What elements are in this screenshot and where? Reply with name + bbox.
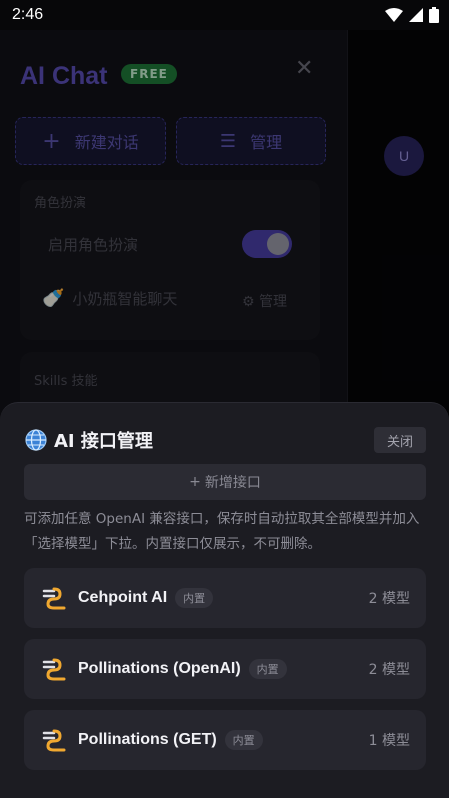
sheet-description: 可添加任意 OpenAI 兼容接口，保存时自动拉取其全部模型并加入「选择模型」下… bbox=[24, 511, 420, 552]
plug-icon bbox=[42, 587, 66, 610]
builtin-tag: 内置 bbox=[175, 588, 214, 608]
api-list-item[interactable]: Pollinations (OpenAI) 内置 2 模型 bbox=[24, 639, 426, 699]
signal-icon bbox=[409, 8, 423, 22]
battery-icon bbox=[429, 7, 439, 23]
add-api-label: 新增接口 bbox=[204, 475, 261, 491]
plus-icon: + bbox=[189, 474, 201, 490]
plug-icon bbox=[42, 729, 66, 752]
api-name: Pollinations (GET) bbox=[78, 731, 217, 748]
add-api-button[interactable]: + 新增接口 bbox=[24, 464, 426, 500]
plug-icon bbox=[42, 658, 66, 681]
builtin-tag: 内置 bbox=[224, 730, 263, 750]
sheet-title: AI 接口管理 bbox=[54, 431, 153, 452]
globe-icon bbox=[25, 429, 47, 451]
model-count: 2 模型 bbox=[368, 591, 410, 607]
model-count: 2 模型 bbox=[368, 662, 410, 678]
api-management-sheet: AI 接口管理 关闭 + 新增接口 可添加任意 OpenAI 兼容接口，保存时自… bbox=[0, 402, 449, 798]
api-list-item[interactable]: Cehpoint AI 内置 2 模型 bbox=[24, 568, 426, 628]
wifi-icon bbox=[385, 8, 403, 22]
status-icons bbox=[385, 7, 439, 23]
sheet-header: AI 接口管理 bbox=[24, 427, 153, 453]
model-count: 1 模型 bbox=[368, 733, 410, 749]
status-bar: 2:46 bbox=[0, 0, 449, 30]
api-name: Cehpoint AI bbox=[78, 589, 168, 606]
status-time: 2:46 bbox=[12, 6, 44, 23]
api-name: Pollinations (OpenAI) bbox=[78, 660, 241, 677]
close-button[interactable]: 关闭 bbox=[374, 427, 426, 453]
api-list-item[interactable]: Pollinations (GET) 内置 1 模型 bbox=[24, 710, 426, 770]
builtin-tag: 内置 bbox=[248, 659, 287, 679]
